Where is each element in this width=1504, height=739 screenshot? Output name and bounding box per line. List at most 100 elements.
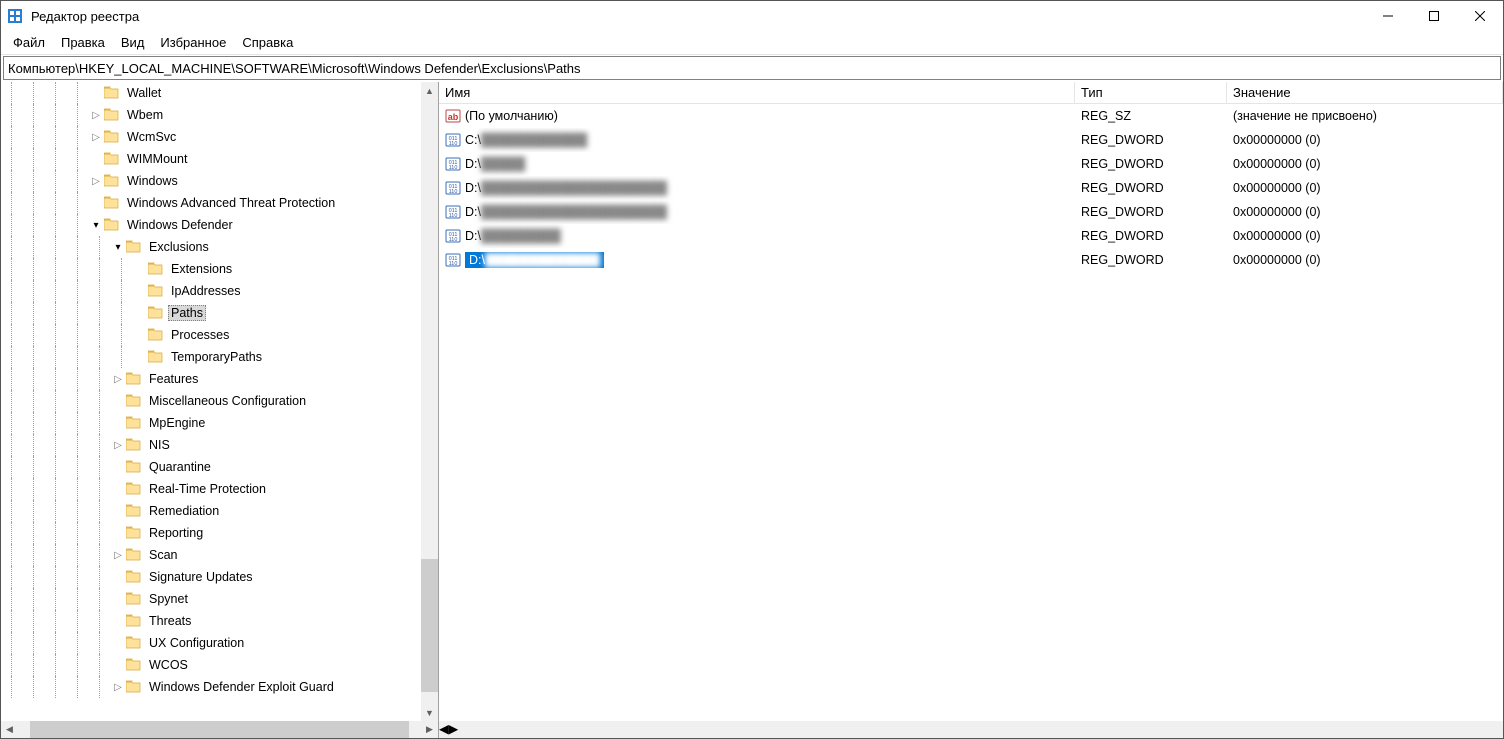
- menu-view[interactable]: Вид: [113, 32, 153, 53]
- tree-item[interactable]: Real-Time Protection: [1, 478, 421, 500]
- column-name[interactable]: Имя: [439, 82, 1075, 103]
- list-header: Имя Тип Значение: [439, 82, 1503, 104]
- tree-item[interactable]: Remediation: [1, 500, 421, 522]
- tree-item[interactable]: Wallet: [1, 82, 421, 104]
- scroll-left-icon[interactable]: ◀: [439, 721, 449, 738]
- chevron-right-icon[interactable]: ▷: [111, 368, 125, 390]
- list-row[interactable]: 011110D:\█████REG_DWORD0x00000000 (0): [439, 152, 1503, 176]
- tree-item[interactable]: WCOS: [1, 654, 421, 676]
- tree-item[interactable]: ▷ Windows Defender Exploit Guard: [1, 676, 421, 698]
- svg-text:110: 110: [449, 261, 458, 267]
- tree-item[interactable]: Spynet: [1, 588, 421, 610]
- expander-none: [111, 632, 125, 654]
- column-value[interactable]: Значение: [1227, 82, 1503, 103]
- expander-none: [89, 82, 103, 104]
- scroll-up-icon[interactable]: ▲: [421, 82, 438, 99]
- svg-text:ab: ab: [448, 112, 459, 122]
- chevron-right-icon[interactable]: ▷: [89, 104, 103, 126]
- tree-vertical-scrollbar[interactable]: ▲ ▼: [421, 82, 438, 721]
- tree-item[interactable]: UX Configuration: [1, 632, 421, 654]
- tree-item[interactable]: Signature Updates: [1, 566, 421, 588]
- values-pane: Имя Тип Значение ab(По умолчанию)REG_SZ(…: [439, 82, 1503, 738]
- value-data: 0x00000000 (0): [1227, 200, 1503, 224]
- tree-item[interactable]: Threats: [1, 610, 421, 632]
- tree-item-label: Windows Advanced Threat Protection: [124, 195, 338, 211]
- menu-favorites[interactable]: Избранное: [152, 32, 234, 53]
- close-button[interactable]: [1457, 1, 1503, 31]
- list-row[interactable]: 011110C:\████████████REG_DWORD0x00000000…: [439, 128, 1503, 152]
- scrollbar-thumb[interactable]: [30, 721, 409, 738]
- minimize-button[interactable]: [1365, 1, 1411, 31]
- tree-item-label: Spynet: [146, 591, 191, 607]
- folder-icon: [126, 482, 142, 496]
- folder-icon: [126, 570, 142, 584]
- folder-icon: [104, 218, 120, 232]
- value-data: 0x00000000 (0): [1227, 248, 1503, 272]
- chevron-right-icon[interactable]: ▷: [111, 434, 125, 456]
- folder-icon: [148, 328, 164, 342]
- value-type: REG_DWORD: [1075, 224, 1227, 248]
- folder-icon: [126, 658, 142, 672]
- scroll-right-icon[interactable]: ▶: [449, 721, 459, 738]
- address-bar[interactable]: Компьютер\HKEY_LOCAL_MACHINE\SOFTWARE\Mi…: [3, 56, 1501, 80]
- list-row[interactable]: 011110D:\█████████REG_DWORD0x00000000 (0…: [439, 224, 1503, 248]
- tree-item[interactable]: TemporaryPaths: [1, 346, 421, 368]
- tree-item-label: Windows Defender Exploit Guard: [146, 679, 337, 695]
- tree-item[interactable]: Paths: [1, 302, 421, 324]
- tree-item[interactable]: ▷ Windows: [1, 170, 421, 192]
- tree-item-label: Wallet: [124, 85, 164, 101]
- list-row[interactable]: ab(По умолчанию)REG_SZ(значение не присв…: [439, 104, 1503, 128]
- chevron-right-icon[interactable]: ▷: [89, 170, 103, 192]
- tree-horizontal-scrollbar[interactable]: ◀ ▶: [1, 721, 438, 738]
- values-list[interactable]: ab(По умолчанию)REG_SZ(значение не присв…: [439, 104, 1503, 721]
- column-type[interactable]: Тип: [1075, 82, 1227, 103]
- tree-item[interactable]: Miscellaneous Configuration: [1, 390, 421, 412]
- value-data: (значение не присвоено): [1227, 104, 1503, 128]
- tree-item-label: TemporaryPaths: [168, 349, 265, 365]
- scroll-left-icon[interactable]: ◀: [1, 721, 18, 738]
- tree-item[interactable]: ▷Wbem: [1, 104, 421, 126]
- tree-item[interactable]: WIMMount: [1, 148, 421, 170]
- scrollbar-thumb[interactable]: [421, 559, 438, 692]
- tree-item[interactable]: ▷WcmSvc: [1, 126, 421, 148]
- menu-edit[interactable]: Правка: [53, 32, 113, 53]
- tree-item[interactable]: ▾Exclusions: [1, 236, 421, 258]
- tree-item-label: Signature Updates: [146, 569, 256, 585]
- scroll-right-icon[interactable]: ▶: [421, 721, 438, 738]
- registry-tree[interactable]: Wallet▷Wbem▷WcmSvcWIMMount▷WindowsWindow…: [1, 82, 421, 698]
- chevron-down-icon[interactable]: ▾: [111, 236, 125, 258]
- tree-item[interactable]: Quarantine: [1, 456, 421, 478]
- scroll-down-icon[interactable]: ▼: [421, 704, 438, 721]
- tree-item[interactable]: MpEngine: [1, 412, 421, 434]
- tree-item[interactable]: ▷NIS: [1, 434, 421, 456]
- tree-item[interactable]: IpAddresses: [1, 280, 421, 302]
- menu-help[interactable]: Справка: [234, 32, 301, 53]
- tree-item-label: UX Configuration: [146, 635, 247, 651]
- svg-text:110: 110: [449, 189, 458, 195]
- tree-item[interactable]: ▷ Features: [1, 368, 421, 390]
- tree-item[interactable]: Reporting: [1, 522, 421, 544]
- titlebar[interactable]: Редактор реестра: [1, 1, 1503, 31]
- value-type: REG_DWORD: [1075, 176, 1227, 200]
- list-row[interactable]: 011110D:\█████████████REG_DWORD0x0000000…: [439, 248, 1503, 272]
- chevron-down-icon[interactable]: ▾: [89, 214, 103, 236]
- list-row[interactable]: 011110D:\█████████████████████REG_DWORD0…: [439, 176, 1503, 200]
- tree-item-label: Real-Time Protection: [146, 481, 269, 497]
- expander-none: [111, 500, 125, 522]
- chevron-right-icon[interactable]: ▷: [111, 676, 125, 698]
- chevron-right-icon[interactable]: ▷: [89, 126, 103, 148]
- tree-item[interactable]: Windows Advanced Threat Protection: [1, 192, 421, 214]
- list-horizontal-scrollbar[interactable]: ◀ ▶: [439, 721, 1503, 738]
- tree-item[interactable]: ▷Scan: [1, 544, 421, 566]
- chevron-right-icon[interactable]: ▷: [111, 544, 125, 566]
- list-row[interactable]: 011110D:\█████████████████████REG_DWORD0…: [439, 200, 1503, 224]
- menu-file[interactable]: Файл: [5, 32, 53, 53]
- tree-item[interactable]: Processes: [1, 324, 421, 346]
- tree-item[interactable]: Extensions: [1, 258, 421, 280]
- tree-item-label: Features: [146, 371, 201, 387]
- expander-none: [111, 456, 125, 478]
- maximize-button[interactable]: [1411, 1, 1457, 31]
- tree-item-label: Windows: [124, 173, 181, 189]
- tree-item[interactable]: ▾Windows Defender: [1, 214, 421, 236]
- expander-none: [133, 324, 147, 346]
